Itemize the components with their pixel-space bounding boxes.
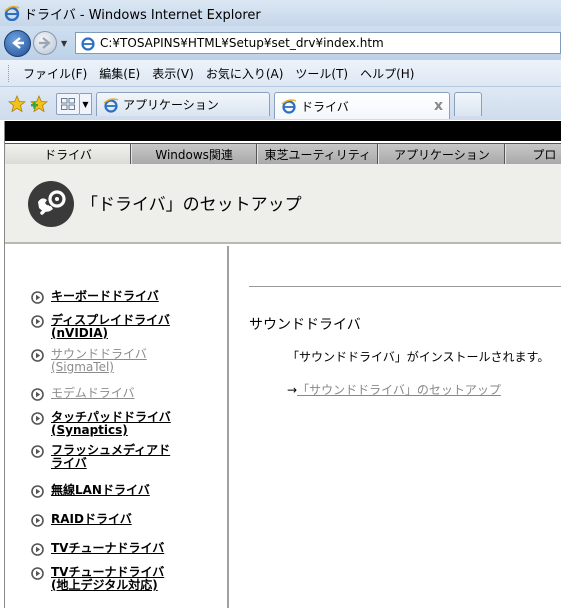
ie-logo-icon	[4, 5, 20, 21]
sidebar-item-keyboard[interactable]: キーボードドライバ	[31, 290, 181, 304]
circle-arrow-icon	[31, 485, 44, 498]
add-favorites-button[interactable]	[28, 92, 50, 116]
circle-arrow-icon	[31, 291, 44, 304]
sidebar-item-label: キーボードドライバ	[51, 289, 159, 303]
sidebar-item-display[interactable]: ディスプレイドライバ(nVIDIA)	[31, 314, 181, 340]
menu-file[interactable]: ファイル(F)	[17, 65, 93, 82]
quick-tabs-icon	[61, 98, 75, 110]
sidebar-item-tv-tuner[interactable]: TVチューナドライバ	[31, 542, 181, 556]
circle-arrow-icon	[31, 543, 44, 556]
sidebar-item-label: 無線LANドライバ	[51, 483, 150, 497]
menu-tools[interactable]: ツール(T)	[289, 65, 354, 82]
favorites-star-icon	[8, 95, 26, 113]
sidebar-item-sound[interactable]: サウンドドライバ(SigmaTel)	[31, 348, 181, 374]
menu-view[interactable]: 表示(V)	[146, 65, 200, 82]
back-button[interactable]	[4, 29, 31, 57]
nav-tab-applications[interactable]: アプリケーション	[378, 144, 506, 164]
site-nav: ドライバ Windows関連 東芝ユーティリティ アプリケーション プロ	[5, 143, 561, 164]
page-title: 「ドライバ」のセットアップ	[81, 195, 302, 215]
circle-arrow-icon	[31, 315, 44, 328]
sidebar-item-label: サウンドドライバ(SigmaTel)	[51, 347, 147, 374]
sidebar-item-label: ディスプレイドライバ(nVIDIA)	[51, 313, 170, 340]
favorites-center-button[interactable]	[6, 92, 28, 116]
tab-list-dropdown[interactable]: ▼	[80, 93, 92, 115]
link-arrow: →	[287, 383, 298, 397]
setup-link-row: →「サウンドドライバ」のセットアップ	[287, 381, 501, 398]
sidebar-item-label: モデムドライバ	[51, 386, 135, 400]
main-panel: サウンドドライバ 「サウンドドライバ」がインストールされます。 →「サウンドドラ…	[231, 246, 561, 608]
sidebar-item-wireless-lan[interactable]: 無線LANドライバ	[31, 484, 181, 498]
page-content: ドライバ Windows関連 東芝ユーティリティ アプリケーション プロ 「ドラ…	[4, 121, 561, 608]
tab-label: ドライバ	[301, 99, 349, 114]
quick-tabs-button[interactable]	[56, 93, 80, 115]
circle-arrow-icon	[31, 349, 44, 362]
address-bar[interactable]: C:¥TOSAPINS¥HTML¥Setup¥set_drv¥index.htm	[75, 32, 561, 54]
circle-arrow-icon	[31, 412, 44, 425]
sound-driver-setup-link[interactable]: 「サウンドドライバ」のセットアップ	[297, 383, 501, 397]
tab-label: アプリケーション	[123, 98, 219, 112]
section-description: 「サウンドドライバ」がインストールされます。	[287, 350, 550, 364]
sidebar-item-label: タッチパッドドライバ(Synaptics)	[51, 410, 171, 437]
sidebar-item-flash-media[interactable]: フラッシュメディアドライバ	[31, 444, 181, 470]
setup-tools-icon	[28, 181, 74, 227]
toolbar-grip	[8, 64, 11, 82]
address-row: ▼ C:¥TOSAPINS¥HTML¥Setup¥set_drv¥index.h…	[0, 26, 561, 60]
circle-arrow-icon	[31, 514, 44, 527]
sidebar-item-label: フラッシュメディアドライバ	[51, 443, 171, 470]
window-title: ドライバ - Windows Internet Explorer	[24, 7, 261, 23]
tab-bar: ▼ アプリケーション ドライバ x	[0, 87, 561, 120]
section-title: サウンドドライバ	[249, 317, 361, 333]
menu-favorites[interactable]: お気に入り(A)	[200, 65, 290, 82]
back-arrow-icon	[11, 37, 24, 49]
add-favorite-icon	[30, 95, 48, 113]
tab-applications[interactable]: アプリケーション	[96, 92, 270, 116]
sidebar-item-touchpad[interactable]: タッチパッドドライバ(Synaptics)	[31, 411, 181, 437]
circle-arrow-icon	[31, 567, 44, 580]
top-black-bar	[5, 121, 561, 141]
tab-drivers[interactable]: ドライバ x	[274, 92, 450, 119]
sidebar-item-modem[interactable]: モデムドライバ	[31, 387, 181, 401]
menu-edit[interactable]: 編集(E)	[93, 65, 146, 82]
nav-tab-pro[interactable]: プロ	[505, 144, 561, 164]
ie-page-icon	[81, 37, 95, 51]
sidebar-item-label: RAIDドライバ	[51, 512, 132, 526]
circle-arrow-icon	[31, 388, 44, 401]
nav-tab-toshiba-utilities[interactable]: 東芝ユーティリティ	[257, 144, 379, 164]
sidebar-item-label: TVチューナドライバ	[51, 541, 165, 555]
driver-sidebar: キーボードドライバ ディスプレイドライバ(nVIDIA) サウンドドライバ(Si…	[5, 246, 229, 608]
sidebar-item-raid[interactable]: RAIDドライバ	[31, 513, 181, 527]
divider	[249, 286, 561, 287]
forward-arrow-icon	[39, 37, 51, 49]
page-header: 「ドライバ」のセットアップ	[5, 164, 561, 244]
title-bar: ドライバ - Windows Internet Explorer	[0, 0, 561, 26]
circle-arrow-icon	[31, 445, 44, 458]
forward-button[interactable]	[33, 31, 57, 55]
sidebar-item-label: TVチューナドライバ(地上デジタル対応)	[51, 565, 165, 592]
history-dropdown[interactable]: ▼	[61, 39, 71, 48]
ie-page-icon	[103, 97, 119, 113]
ie-page-icon	[281, 99, 297, 114]
menu-bar: ファイル(F) 編集(E) 表示(V) お気に入り(A) ツール(T) ヘルプ(…	[0, 60, 561, 87]
close-tab-icon[interactable]: x	[434, 98, 443, 114]
new-tab-button[interactable]	[454, 92, 482, 116]
nav-tab-windows[interactable]: Windows関連	[131, 144, 258, 164]
address-url: C:¥TOSAPINS¥HTML¥Setup¥set_drv¥index.htm	[100, 36, 384, 50]
menu-help[interactable]: ヘルプ(H)	[354, 65, 420, 82]
nav-tab-drivers[interactable]: ドライバ	[5, 144, 132, 164]
sidebar-item-tv-tuner-digital[interactable]: TVチューナドライバ(地上デジタル対応)	[31, 566, 181, 592]
